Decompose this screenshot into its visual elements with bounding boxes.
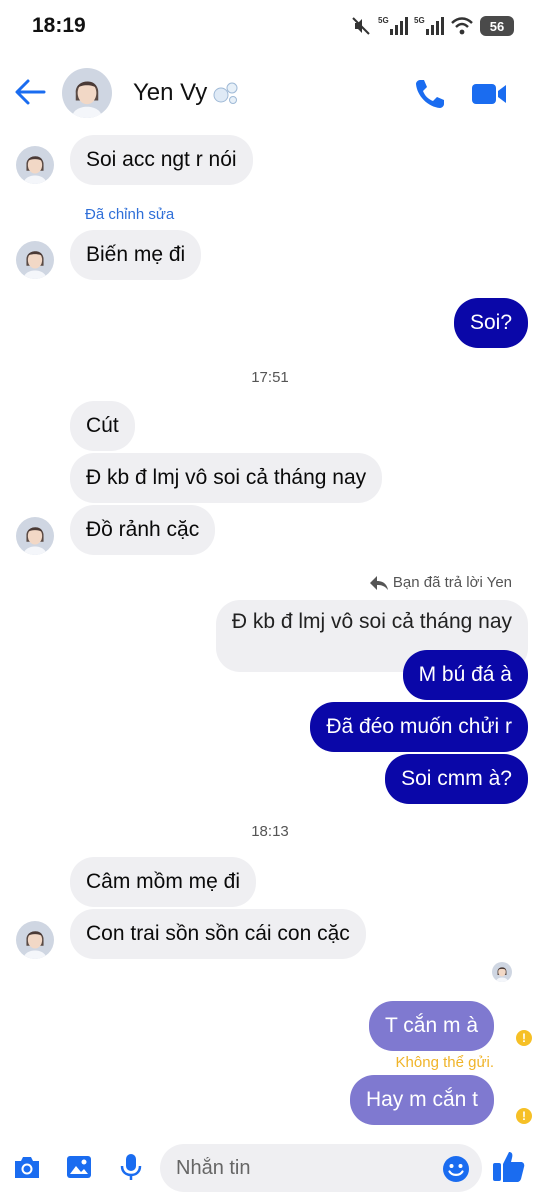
signal-5g-icon: 5G <box>378 16 408 35</box>
sender-avatar[interactable] <box>16 241 54 279</box>
edited-label: Đã chỉnh sửa <box>85 206 175 223</box>
reply-indicator-text: Bạn đã trả lời Yen <box>392 574 512 591</box>
sender-avatar[interactable] <box>16 921 54 959</box>
emoji-button[interactable] <box>441 1154 471 1184</box>
svg-text:5G: 5G <box>414 16 425 25</box>
video-call-button[interactable] <box>468 74 510 114</box>
send-failed-label: Không thể gửi. <box>395 1054 494 1071</box>
message-bubble-incoming[interactable]: Soi acc ngt r nói <box>70 135 253 185</box>
arrow-left-icon <box>15 79 46 105</box>
phone-icon <box>416 80 444 108</box>
sender-avatar[interactable] <box>16 146 54 184</box>
like-button[interactable] <box>490 1148 528 1186</box>
camera-button[interactable] <box>10 1150 44 1184</box>
gallery-button[interactable] <box>62 1150 96 1184</box>
sender-avatar[interactable] <box>16 517 54 555</box>
message-bubble-failed[interactable]: T cắn m à <box>369 1001 494 1051</box>
message-bubble-incoming[interactable]: Câm mồm mẹ đi <box>70 857 257 907</box>
message-bubble-outgoing[interactable]: Soi cmm à? <box>385 754 528 804</box>
seen-receipt-avatar <box>492 962 512 982</box>
status-bar: 18:19 5G 5G 56 <box>0 0 540 56</box>
camera-icon <box>15 1157 39 1178</box>
send-failed-warning-icon[interactable]: ! <box>516 1030 532 1046</box>
thumbs-up-icon <box>493 1152 525 1182</box>
message-input[interactable] <box>160 1144 482 1192</box>
voice-call-button[interactable] <box>410 74 450 114</box>
message-bubble-incoming[interactable]: Con trai sồn sồn cái con cặc <box>70 909 366 959</box>
microphone-icon <box>120 1154 142 1180</box>
status-icons: 5G 5G 56 <box>350 15 514 37</box>
video-camera-icon <box>472 84 506 104</box>
wifi-icon <box>451 17 473 35</box>
message-bubble-outgoing[interactable]: Đã đéo muốn chửi r <box>310 702 528 752</box>
chat-header: Yen Vy <box>0 60 540 126</box>
status-time: 18:19 <box>32 14 86 37</box>
signal-5g-icon-2: 5G <box>414 16 444 35</box>
contact-avatar[interactable] <box>62 68 112 118</box>
message-bubble-incoming[interactable]: Biến mẹ đi <box>70 230 202 280</box>
message-composer <box>0 1134 540 1200</box>
voice-message-button[interactable] <box>114 1150 148 1184</box>
battery-indicator: 56 <box>480 16 514 36</box>
image-icon <box>67 1156 91 1178</box>
message-bubble-incoming[interactable]: Cút <box>70 401 135 451</box>
message-bubble-outgoing[interactable]: M bú đá à <box>402 650 528 700</box>
message-bubble-failed[interactable]: Hay m cắn t <box>349 1075 494 1125</box>
bubbles-emoji-icon <box>213 82 238 104</box>
message-bubble-incoming[interactable]: Đ kb đ lmj vô soi cả tháng nay <box>70 453 383 503</box>
back-button[interactable] <box>10 72 50 112</box>
time-separator: 17:51 <box>251 369 289 386</box>
smiley-icon <box>443 1156 469 1182</box>
mute-icon <box>352 17 370 35</box>
time-separator: 18:13 <box>251 823 289 840</box>
message-bubble-outgoing[interactable]: Soi? <box>453 298 528 348</box>
reply-arrow-icon <box>369 575 388 590</box>
message-bubble-incoming[interactable]: Đồ rảnh cặc <box>70 505 216 555</box>
svg-text:5G: 5G <box>378 16 389 25</box>
contact-name[interactable]: Yen Vy <box>133 79 207 107</box>
send-failed-warning-icon[interactable]: ! <box>516 1108 532 1124</box>
reply-indicator: Bạn đã trả lời Yen <box>369 574 512 591</box>
